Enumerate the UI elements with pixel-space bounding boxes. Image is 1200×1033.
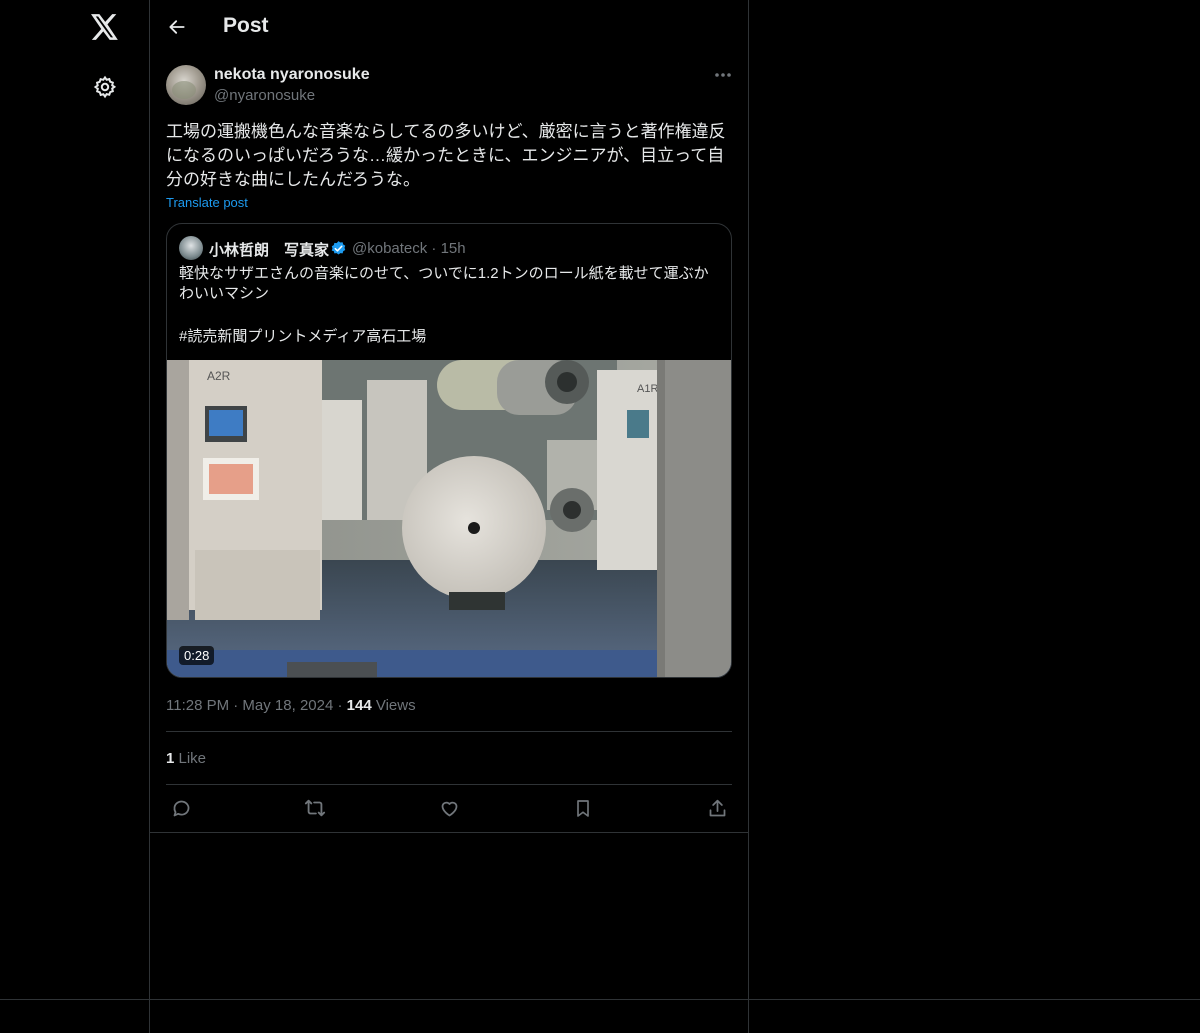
svg-text:A2R: A2R [207, 369, 231, 383]
quote-text: 軽快なサザエさんの音楽にのせて、ついでに1.2トンのロール紙を載せて運ぶかわいい… [179, 265, 709, 302]
left-nav [0, 0, 150, 1000]
author-name[interactable]: nekota nyaronosuke [214, 66, 370, 84]
divider [166, 731, 732, 732]
arrow-left-icon[interactable] [162, 12, 192, 42]
action-bar [166, 795, 732, 821]
reply-icon[interactable] [168, 795, 194, 821]
translate-post-link[interactable]: Translate post [166, 195, 248, 210]
repost-icon[interactable] [302, 795, 328, 821]
likes-label: Like [174, 750, 207, 767]
divider [166, 784, 732, 785]
post-text: 工場の運搬機色んな音楽ならしてるの多いけど、厳密に言うと著作権違反になるのいっぱ… [166, 122, 726, 189]
verified-badge-icon [330, 240, 347, 257]
quoted-post[interactable]: 小林哲朗 写真家 @kobateck · 15h 軽快なサザエさんの音楽にのせて… [166, 223, 732, 678]
post-meta: 11:28 PM · May 18, 2024 · 144 Views [166, 697, 416, 714]
author-handle[interactable]: @nyaronosuke [214, 87, 315, 104]
divider [150, 832, 748, 833]
x-logo-icon[interactable] [88, 10, 122, 44]
bottom-divider [0, 999, 1200, 1000]
page-header: Post [150, 0, 748, 54]
column-border [149, 1000, 150, 1033]
like-icon[interactable] [436, 795, 462, 821]
video-thumbnail: A2R A1R [167, 360, 731, 677]
share-icon[interactable] [704, 795, 730, 821]
views-count: 144 [346, 697, 372, 714]
svg-text:A1R: A1R [637, 383, 658, 395]
column-border [748, 1000, 749, 1033]
video-duration: 0:28 [179, 646, 215, 665]
author-avatar[interactable] [166, 65, 206, 105]
more-options-icon[interactable] [712, 66, 734, 84]
page-title: Post [223, 14, 269, 37]
views-label: Views [371, 697, 416, 714]
gear-icon[interactable] [90, 72, 120, 102]
post-timestamp[interactable]: 11:28 PM · May 18, 2024 · [166, 697, 347, 714]
quote-handle-time: @kobateck · 15h [352, 240, 466, 257]
quote-hashtag[interactable]: #読売新聞プリントメディア高石工場 [179, 325, 426, 346]
likes-summary[interactable]: 1 Like [166, 750, 206, 767]
bookmark-icon[interactable] [570, 795, 596, 821]
quote-author-name: 小林哲朗 写真家 [209, 242, 330, 259]
main-column: Post nekota nyaronosuke @nyaronosuke 工場の… [149, 0, 749, 1000]
video-player[interactable]: A2R A1R 0:28 [167, 360, 731, 677]
quote-author-avatar [179, 236, 203, 260]
